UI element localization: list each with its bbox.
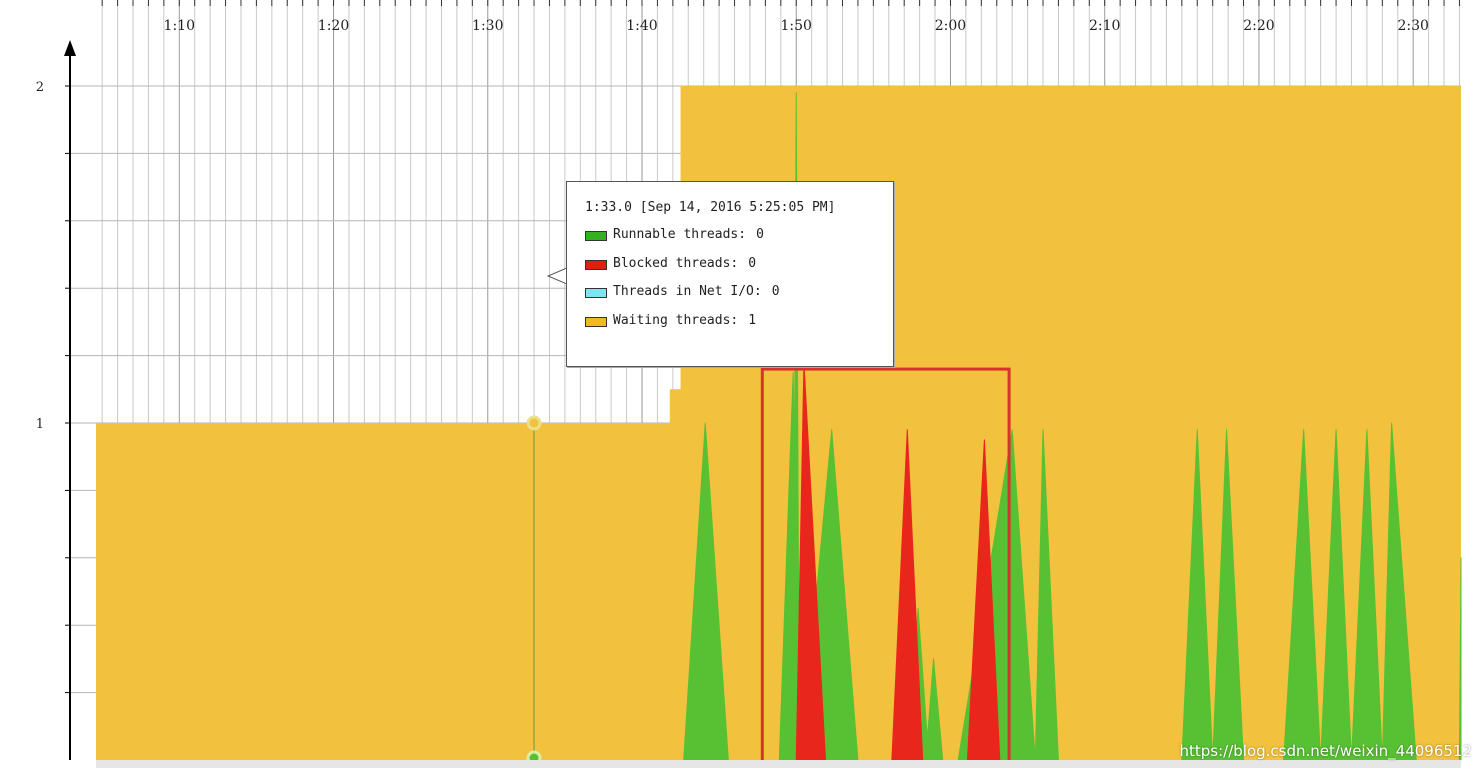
tooltip-row-value: 1 <box>748 312 757 328</box>
tooltip-row-waiting: Waiting threads: 1 <box>585 313 893 342</box>
x-tick-label: 1:30 <box>472 18 503 34</box>
x-tick-label: 2:00 <box>935 18 966 34</box>
tooltip-row-label: Blocked threads: <box>613 255 739 271</box>
x-tick-label: 2:30 <box>1397 18 1428 34</box>
watermark: https://blog.csdn.net/weixin_44096512 <box>1179 742 1472 760</box>
y-tick-label: 1 <box>36 417 44 432</box>
x-tick-label: 1:40 <box>626 18 657 34</box>
crosshair-marker-top <box>526 415 542 431</box>
x-tick-label: 1:10 <box>164 18 195 34</box>
x-tick-label: 1:20 <box>318 18 349 34</box>
x-tick-label: 2:20 <box>1243 18 1274 34</box>
waiting-swatch-icon <box>585 316 607 327</box>
y-axis-arrow-icon <box>64 40 76 56</box>
runnable-swatch-icon <box>585 231 607 241</box>
tooltip-row-value: 0 <box>748 255 757 271</box>
tooltip-row-value: 0 <box>756 227 764 242</box>
thread-chart[interactable]: 1 2 1:10 1:20 1:30 1:40 1:50 2:00 2:10 2:20 2:30 <box>0 0 1478 768</box>
x-tick-label: 1:50 <box>781 18 812 34</box>
tooltip-row-blocked: Blocked threads: 0 <box>585 256 893 285</box>
tooltip-row-label: Waiting threads: <box>613 312 739 328</box>
y-tick-label: 2 <box>36 80 44 95</box>
tooltip-pointer <box>547 267 567 285</box>
tooltip-row-net-io: Threads in Net I/O: 0 <box>585 284 893 313</box>
x-tick-label: 2:10 <box>1089 18 1120 34</box>
tooltip-row-value: 0 <box>771 284 780 299</box>
tooltip-row-label: Runnable threads: <box>613 227 747 242</box>
tooltip-row-runnable: Runnable threads: 0 <box>585 227 893 256</box>
blocked-swatch-icon <box>585 259 607 270</box>
data-tooltip: 1:33.0 [Sep 14, 2016 5:25:05 PM] Runnabl… <box>566 181 894 367</box>
tooltip-row-label: Threads in Net I/O: <box>613 284 762 299</box>
net-io-swatch-icon <box>585 288 607 298</box>
scrollbar-track <box>96 760 1461 768</box>
tooltip-timestamp: 1:33.0 [Sep 14, 2016 5:25:05 PM] <box>585 200 836 215</box>
